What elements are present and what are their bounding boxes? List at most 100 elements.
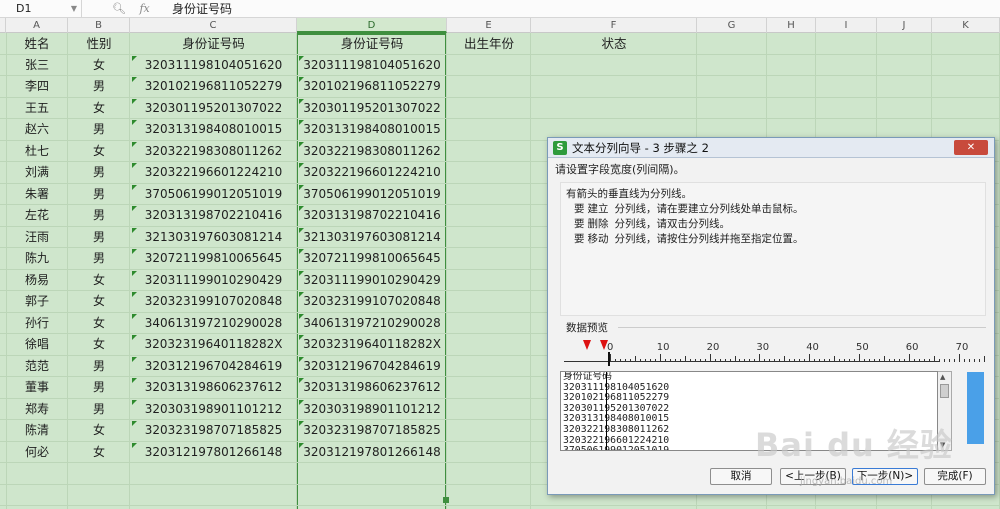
table-cell[interactable]: 男 <box>68 356 130 378</box>
column-header-i[interactable]: I <box>816 18 877 33</box>
column-title[interactable]: 出生年份 <box>447 33 531 55</box>
table-cell[interactable]: 女 <box>68 141 130 163</box>
table-cell[interactable]: 320303198901101212 <box>130 399 297 421</box>
table-cell[interactable]: 男 <box>68 184 130 206</box>
table-cell[interactable]: 320322196601224210 <box>130 162 297 184</box>
table-cell[interactable]: 朱署 <box>6 184 68 206</box>
table-cell[interactable]: 女 <box>68 270 130 292</box>
table-cell[interactable]: 320322198308011262 <box>297 141 447 163</box>
table-cell[interactable]: 320313198606237612 <box>130 377 297 399</box>
chevron-down-icon[interactable]: ▼ <box>71 0 77 18</box>
table-cell[interactable]: 320323198707185825 <box>130 420 297 442</box>
preview-split-line[interactable] <box>606 372 607 450</box>
fx-icon[interactable]: fx <box>139 2 149 15</box>
column-header-h[interactable]: H <box>767 18 816 33</box>
table-cell[interactable]: 董事 <box>6 377 68 399</box>
table-cell[interactable]: 320303198901101212 <box>297 399 447 421</box>
column-header-g[interactable]: G <box>697 18 767 33</box>
scroll-thumb[interactable] <box>940 384 949 398</box>
table-cell[interactable]: 郭子 <box>6 291 68 313</box>
column-title[interactable]: 状态 <box>531 33 697 55</box>
table-cell[interactable]: 男 <box>68 162 130 184</box>
table-cell[interactable]: 王五 <box>6 98 68 120</box>
table-cell[interactable]: 320323198707185825 <box>297 420 447 442</box>
table-cell[interactable]: 男 <box>68 377 130 399</box>
column-header-j[interactable]: J <box>877 18 932 33</box>
scroll-up-icon[interactable]: ▲ <box>940 373 945 381</box>
table-cell[interactable]: 320301195201307022 <box>130 98 297 120</box>
formula-input[interactable]: 身份证号码 <box>172 0 232 18</box>
table-cell[interactable]: 340613197210290028 <box>130 313 297 335</box>
finish-button[interactable]: 完成(F) <box>924 468 986 485</box>
column-ruler[interactable]: 0 10 20 30 40 50 60 70 <box>560 338 985 366</box>
table-cell[interactable]: 杨易 <box>6 270 68 292</box>
table-cell[interactable]: 320313198606237612 <box>297 377 447 399</box>
table-cell[interactable]: 男 <box>68 248 130 270</box>
table-cell[interactable]: 女 <box>68 442 130 464</box>
table-cell[interactable]: 340613197210290028 <box>297 313 447 335</box>
column-header-a[interactable]: A <box>6 18 68 33</box>
fill-handle[interactable] <box>443 497 449 503</box>
table-cell[interactable]: 320313198702210416 <box>297 205 447 227</box>
cancel-button[interactable]: 取消 <box>710 468 772 485</box>
table-cell[interactable]: 320311199010290429 <box>130 270 297 292</box>
table-cell[interactable]: 320312196704284619 <box>297 356 447 378</box>
table-cell[interactable]: 男 <box>68 399 130 421</box>
table-cell[interactable]: 320311198104051620 <box>130 55 297 77</box>
column-header-e[interactable]: E <box>447 18 531 33</box>
column-header-c[interactable]: C <box>130 18 297 33</box>
table-cell[interactable]: 320323199107020848 <box>130 291 297 313</box>
table-cell[interactable]: 杜七 <box>6 141 68 163</box>
table-cell[interactable]: 刘满 <box>6 162 68 184</box>
column-title[interactable]: 身份证号码 <box>297 33 447 55</box>
table-cell[interactable]: 320313198702210416 <box>130 205 297 227</box>
table-cell[interactable]: 李四 <box>6 76 68 98</box>
table-cell[interactable]: 320102196811052279 <box>130 76 297 98</box>
column-header-f[interactable]: F <box>531 18 697 33</box>
table-cell[interactable]: 370506199012051019 <box>297 184 447 206</box>
table-cell[interactable]: 女 <box>68 98 130 120</box>
table-cell[interactable]: 孙行 <box>6 313 68 335</box>
table-cell[interactable]: 320322198308011262 <box>130 141 297 163</box>
dialog-titlebar[interactable]: S 文本分列向导 - 3 步骤之 2 ✕ <box>548 138 994 158</box>
table-cell[interactable]: 321303197603081214 <box>130 227 297 249</box>
table-cell[interactable]: 320312197801266148 <box>130 442 297 464</box>
table-cell[interactable]: 男 <box>68 205 130 227</box>
table-cell[interactable]: 男 <box>68 119 130 141</box>
column-header-b[interactable]: B <box>68 18 130 33</box>
table-cell[interactable]: 赵六 <box>6 119 68 141</box>
table-cell[interactable]: 320102196811052279 <box>297 76 447 98</box>
column-header-k[interactable]: K <box>932 18 1000 33</box>
table-cell[interactable]: 何必 <box>6 442 68 464</box>
table-cell[interactable]: 320311198104051620 <box>297 55 447 77</box>
table-cell[interactable]: 女 <box>68 55 130 77</box>
column-title[interactable]: 性别 <box>68 33 130 55</box>
table-cell[interactable]: 男 <box>68 227 130 249</box>
table-cell[interactable]: 320313198408010015 <box>130 119 297 141</box>
table-cell[interactable]: 陈清 <box>6 420 68 442</box>
table-cell[interactable]: 320322196601224210 <box>297 162 447 184</box>
table-cell[interactable]: 陈九 <box>6 248 68 270</box>
table-cell[interactable]: 320323199107020848 <box>297 291 447 313</box>
table-cell[interactable]: 女 <box>68 313 130 335</box>
table-cell[interactable]: 320313198408010015 <box>297 119 447 141</box>
table-cell[interactable]: 徐唱 <box>6 334 68 356</box>
table-cell[interactable]: 张三 <box>6 55 68 77</box>
table-cell[interactable]: 320721199810065645 <box>297 248 447 270</box>
table-cell[interactable]: 汪雨 <box>6 227 68 249</box>
table-cell[interactable]: 左花 <box>6 205 68 227</box>
column-header-d[interactable]: D <box>297 18 447 33</box>
table-cell[interactable]: 女 <box>68 291 130 313</box>
table-cell[interactable]: 32032319640118282X <box>130 334 297 356</box>
table-cell[interactable]: 范范 <box>6 356 68 378</box>
column-title[interactable]: 身份证号码 <box>130 33 297 55</box>
table-cell[interactable]: 320312197801266148 <box>297 442 447 464</box>
table-cell[interactable]: 32032319640118282X <box>297 334 447 356</box>
table-cell[interactable]: 320301195201307022 <box>297 98 447 120</box>
table-cell[interactable]: 370506199012051019 <box>130 184 297 206</box>
table-cell[interactable]: 女 <box>68 334 130 356</box>
table-cell[interactable]: 郑寿 <box>6 399 68 421</box>
zoom-icon[interactable]: 🔍︎ <box>112 2 126 15</box>
table-cell[interactable]: 320312196704284619 <box>130 356 297 378</box>
table-cell[interactable]: 320311199010290429 <box>297 270 447 292</box>
